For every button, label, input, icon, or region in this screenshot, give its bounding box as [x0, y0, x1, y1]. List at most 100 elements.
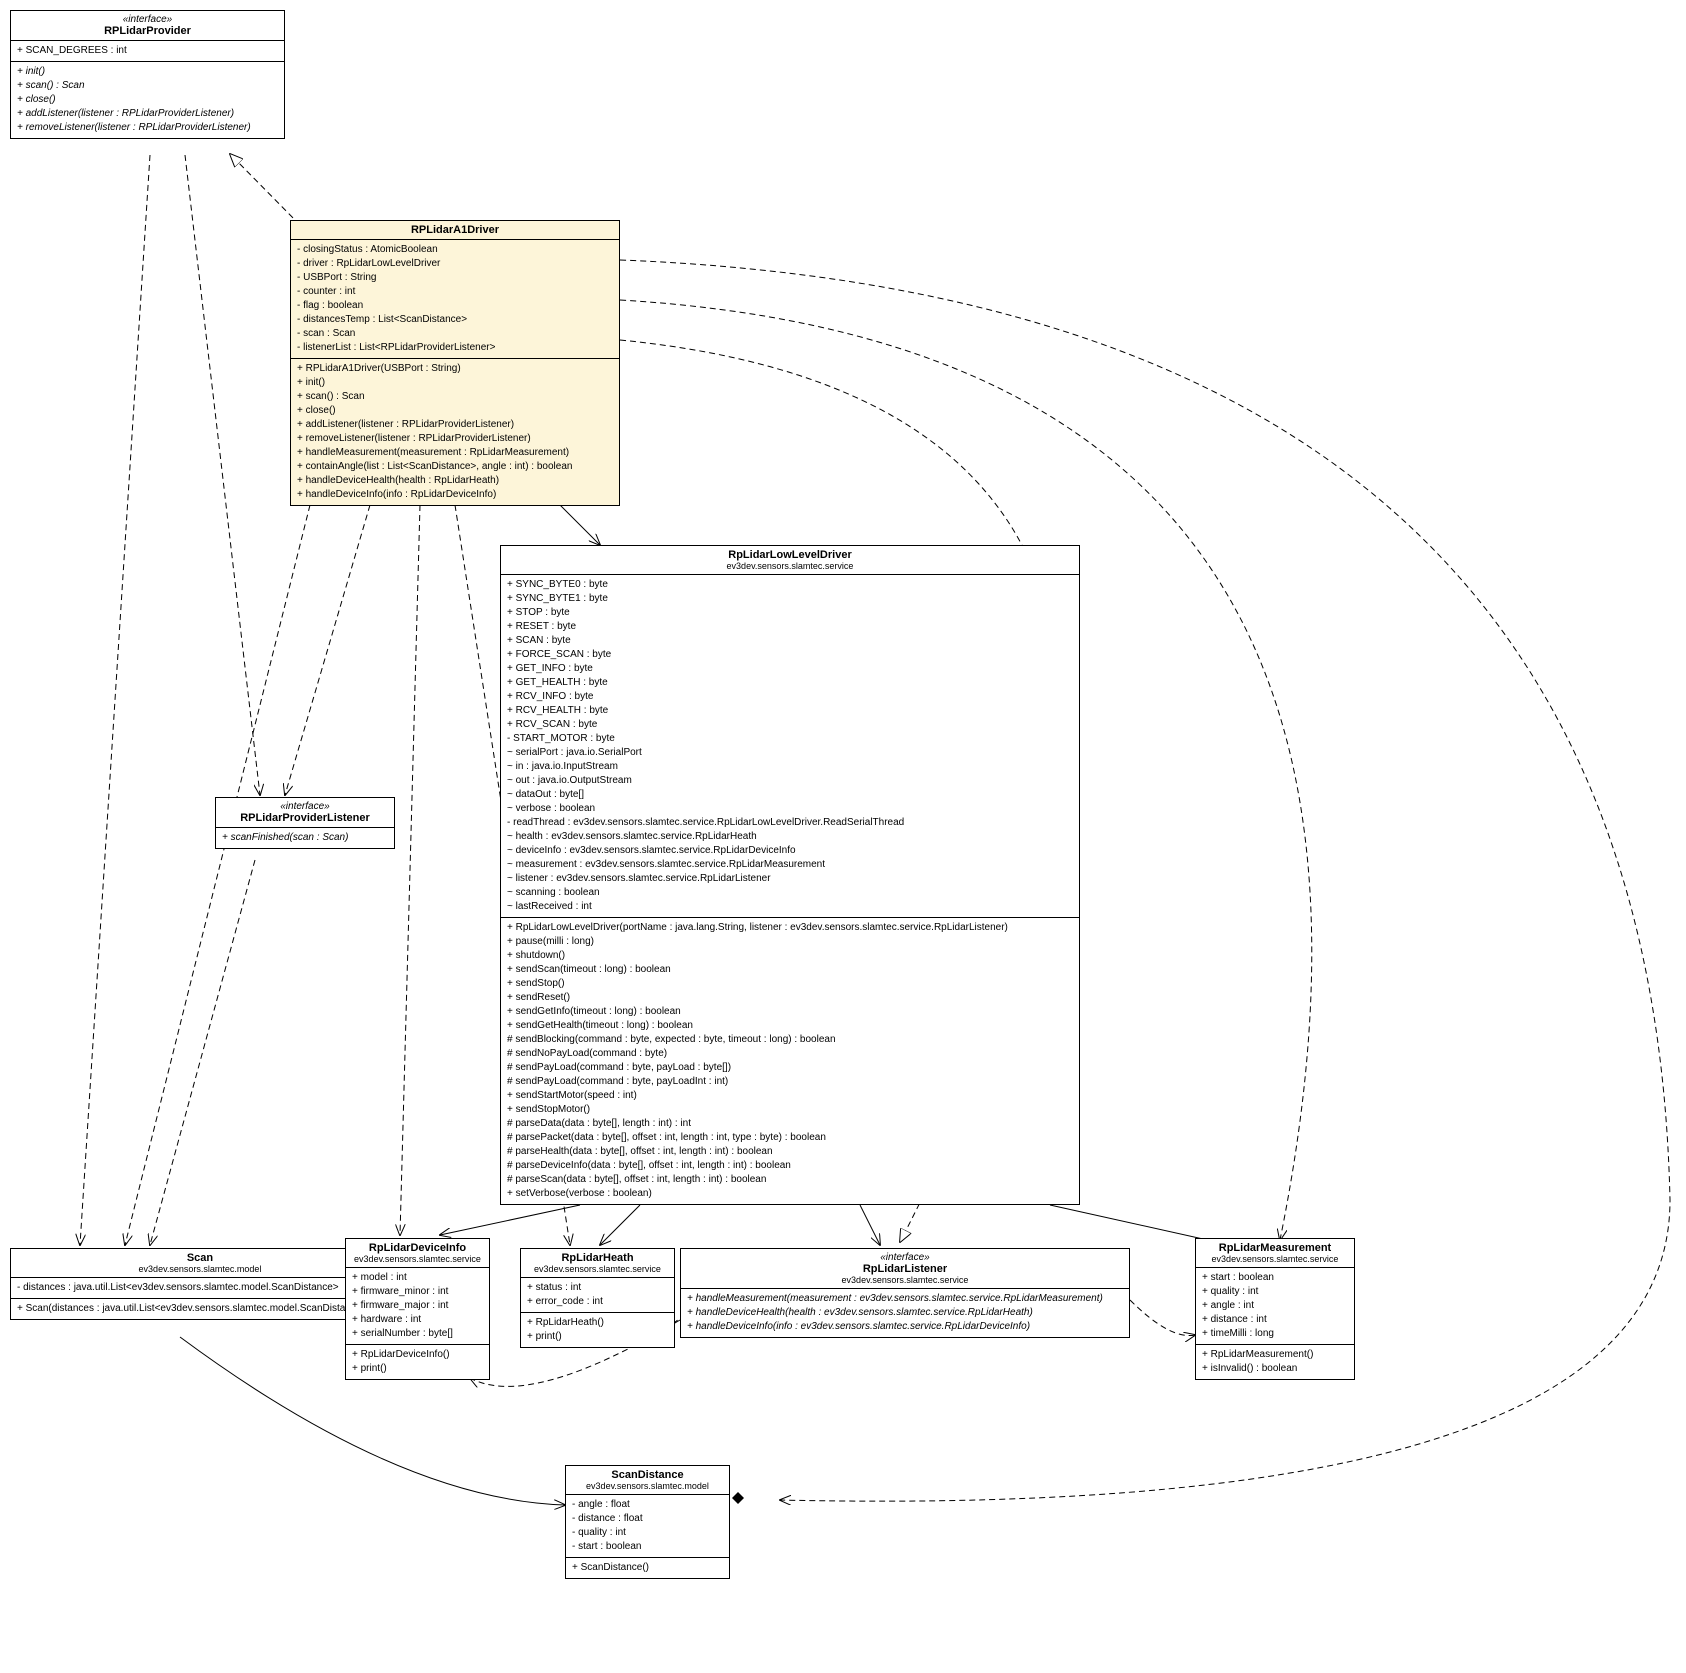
class-header: RpLidarHeath ev3dev.sensors.slamtec.serv… — [521, 1249, 674, 1278]
attribute-row: + RESET : byte — [507, 620, 1073, 634]
operations-section: + ScanDistance() — [566, 1558, 729, 1578]
operation-row: + close() — [297, 404, 613, 418]
operations-section: + RpLidarDeviceInfo()+ print() — [346, 1345, 489, 1379]
operations-section: + handleMeasurement(measurement : ev3dev… — [681, 1289, 1129, 1337]
attribute-row: - flag : boolean — [297, 299, 613, 313]
class-subtitle: ev3dev.sensors.slamtec.service — [527, 1264, 668, 1274]
attribute-row: + GET_HEALTH : byte — [507, 676, 1073, 690]
class-name: RPLidarA1Driver — [411, 224, 499, 236]
attribute-row: + angle : int — [1202, 1299, 1348, 1313]
operation-row: + containAngle(list : List<ScanDistance>… — [297, 460, 613, 474]
class-header: RpLidarMeasurement ev3dev.sensors.slamte… — [1196, 1239, 1354, 1268]
operation-row: # sendNoPayLoad(command : byte) — [507, 1047, 1073, 1061]
attribute-row: + start : boolean — [1202, 1271, 1348, 1285]
attribute-row: - USBPort : String — [297, 271, 613, 285]
operation-row: + RPLidarA1Driver(USBPort : String) — [297, 362, 613, 376]
class-RpLidarHeath: RpLidarHeath ev3dev.sensors.slamtec.serv… — [520, 1248, 675, 1348]
class-ScanDistance: ScanDistance ev3dev.sensors.slamtec.mode… — [565, 1465, 730, 1579]
attribute-row: ~ dataOut : byte[] — [507, 788, 1073, 802]
attribute-row: + SYNC_BYTE0 : byte — [507, 578, 1073, 592]
operation-row: + sendGetHealth(timeout : long) : boolea… — [507, 1019, 1073, 1033]
operation-row: + handleDeviceHealth(health : RpLidarHea… — [297, 474, 613, 488]
attribute-row: + firmware_major : int — [352, 1299, 483, 1313]
attribute-row: ~ verbose : boolean — [507, 802, 1073, 816]
operation-row: + close() — [17, 93, 278, 107]
class-subtitle: ev3dev.sensors.slamtec.model — [572, 1481, 723, 1491]
operation-row: + handleMeasurement(measurement : RpLida… — [297, 446, 613, 460]
attribute-row: + SCAN_DEGREES : int — [17, 44, 278, 58]
class-name: RpLidarHeath — [561, 1252, 633, 1264]
operation-row: + init() — [17, 65, 278, 79]
class-RpLidarListener: «interface» RpLidarListener ev3dev.senso… — [680, 1248, 1130, 1338]
operations-section: + init()+ scan() : Scan+ close()+ addLis… — [11, 62, 284, 138]
operation-row: + RpLidarLowLevelDriver(portName : java.… — [507, 921, 1073, 935]
attribute-row: + model : int — [352, 1271, 483, 1285]
stereotype-label: «interface» — [687, 1252, 1123, 1263]
operation-row: + init() — [297, 376, 613, 390]
class-subtitle: ev3dev.sensors.slamtec.model — [17, 1264, 383, 1274]
operation-row: + pause(milli : long) — [507, 935, 1073, 949]
operation-row: + RpLidarDeviceInfo() — [352, 1348, 483, 1362]
attributes-section: - angle : float- distance : float- quali… — [566, 1495, 729, 1558]
operations-section: + Scan(distances : java.util.List<ev3dev… — [11, 1299, 389, 1319]
operation-row: + scan() : Scan — [17, 79, 278, 93]
operations-section: + scanFinished(scan : Scan) — [216, 828, 394, 848]
operations-section: + RpLidarHeath()+ print() — [521, 1313, 674, 1347]
operation-row: # parseData(data : byte[], length : int)… — [507, 1117, 1073, 1131]
operation-row: + sendStop() — [507, 977, 1073, 991]
class-subtitle: ev3dev.sensors.slamtec.service — [352, 1254, 483, 1264]
class-name: RPLidarProviderListener — [240, 812, 370, 824]
operation-row: + scanFinished(scan : Scan) — [222, 831, 388, 845]
operations-section: + RpLidarMeasurement()+ isInvalid() : bo… — [1196, 1345, 1354, 1379]
operation-row: + removeListener(listener : RPLidarProvi… — [297, 432, 613, 446]
class-subtitle: ev3dev.sensors.slamtec.service — [1202, 1254, 1348, 1264]
operations-section: + RpLidarLowLevelDriver(portName : java.… — [501, 918, 1079, 1204]
class-name: RpLidarListener — [863, 1263, 947, 1275]
operation-row: + scan() : Scan — [297, 390, 613, 404]
attribute-row: - angle : float — [572, 1498, 723, 1512]
class-name: RpLidarDeviceInfo — [369, 1242, 466, 1254]
operation-row: + sendReset() — [507, 991, 1073, 1005]
class-RPLidarProvider: «interface» RPLidarProvider + SCAN_DEGRE… — [10, 10, 285, 139]
attributes-section: + SYNC_BYTE0 : byte+ SYNC_BYTE1 : byte+ … — [501, 575, 1079, 918]
operation-row: + handleDeviceInfo(info : RpLidarDeviceI… — [297, 488, 613, 502]
operation-row: + addListener(listener : RPLidarProvider… — [17, 107, 278, 121]
attribute-row: - counter : int — [297, 285, 613, 299]
attribute-row: ~ lastReceived : int — [507, 900, 1073, 914]
attributes-section: + status : int+ error_code : int — [521, 1278, 674, 1313]
class-name: RpLidarMeasurement — [1219, 1242, 1331, 1254]
attribute-row: + serialNumber : byte[] — [352, 1327, 483, 1341]
class-RpLidarMeasurement: RpLidarMeasurement ev3dev.sensors.slamte… — [1195, 1238, 1355, 1380]
class-header: «interface» RPLidarProvider — [11, 11, 284, 41]
attribute-row: + firmware_minor : int — [352, 1285, 483, 1299]
operation-row: + RpLidarMeasurement() — [1202, 1348, 1348, 1362]
attribute-row: ~ scanning : boolean — [507, 886, 1073, 900]
attribute-row: - scan : Scan — [297, 327, 613, 341]
attribute-row: - listenerList : List<RPLidarProviderLis… — [297, 341, 613, 355]
operation-row: + handleDeviceInfo(info : ev3dev.sensors… — [687, 1320, 1123, 1334]
operation-row: # parseHealth(data : byte[], offset : in… — [507, 1145, 1073, 1159]
attribute-row: + status : int — [527, 1281, 668, 1295]
operation-row: # parseDeviceInfo(data : byte[], offset … — [507, 1159, 1073, 1173]
attribute-row: - distances : java.util.List<ev3dev.sens… — [17, 1281, 383, 1295]
attribute-row: - distance : float — [572, 1512, 723, 1526]
operation-row: # parsePacket(data : byte[], offset : in… — [507, 1131, 1073, 1145]
class-header: ScanDistance ev3dev.sensors.slamtec.mode… — [566, 1466, 729, 1495]
attribute-row: - closingStatus : AtomicBoolean — [297, 243, 613, 257]
operation-row: + Scan(distances : java.util.List<ev3dev… — [17, 1302, 383, 1316]
class-name: Scan — [187, 1252, 213, 1264]
attribute-row: + FORCE_SCAN : byte — [507, 648, 1073, 662]
attribute-row: ~ deviceInfo : ev3dev.sensors.slamtec.se… — [507, 844, 1073, 858]
class-name: RPLidarProvider — [104, 25, 191, 37]
attributes-section: + start : boolean+ quality : int+ angle … — [1196, 1268, 1354, 1345]
attribute-row: + distance : int — [1202, 1313, 1348, 1327]
class-header: «interface» RPLidarProviderListener — [216, 798, 394, 828]
attributes-section: - distances : java.util.List<ev3dev.sens… — [11, 1278, 389, 1299]
attribute-row: ~ out : java.io.OutputStream — [507, 774, 1073, 788]
operation-row: + sendStopMotor() — [507, 1103, 1073, 1117]
class-subtitle: ev3dev.sensors.slamtec.service — [687, 1275, 1123, 1285]
attribute-row: ~ in : java.io.InputStream — [507, 760, 1073, 774]
attribute-row: + RCV_INFO : byte — [507, 690, 1073, 704]
attribute-row: + STOP : byte — [507, 606, 1073, 620]
attribute-row: - distancesTemp : List<ScanDistance> — [297, 313, 613, 327]
